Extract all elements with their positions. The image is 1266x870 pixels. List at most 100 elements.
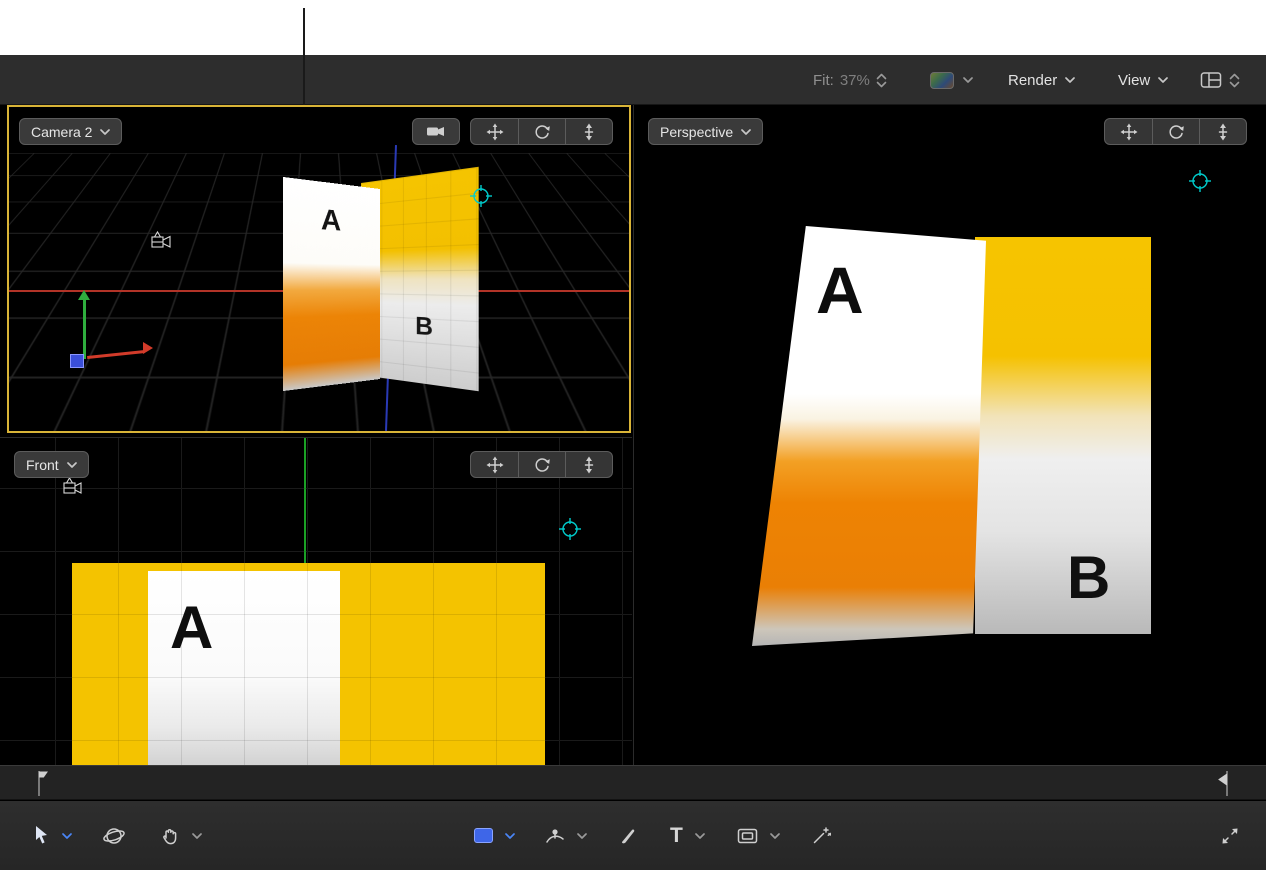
color-well-swatch[interactable] [930, 72, 954, 89]
window-layout-icon [1200, 71, 1222, 89]
document-white-band [0, 0, 1266, 55]
fit-value: 37% [840, 72, 870, 89]
camera-wireframe-icon[interactable] [60, 476, 84, 503]
green-axis-arrowhead [78, 290, 90, 300]
fit-label: Fit: [813, 72, 834, 89]
front-select-dropdown[interactable]: Front [14, 451, 89, 478]
plane-b[interactable]: B [975, 237, 1151, 634]
chevron-down-icon [100, 129, 110, 135]
orbit-icon [1167, 123, 1185, 141]
mask-tool-button[interactable] [737, 828, 758, 844]
select-tool-button[interactable] [32, 825, 50, 846]
orbit-icon [533, 123, 551, 141]
layout-stepper-icon[interactable] [1229, 73, 1240, 88]
play-range-in-marker[interactable] [36, 770, 50, 802]
dolly-icon [582, 123, 596, 141]
paint-stroke-tool-button[interactable] [619, 826, 638, 845]
text-tool-chevron-icon[interactable] [695, 833, 705, 839]
hand-tool-chevron-icon[interactable] [192, 833, 202, 839]
adjust-tool-button[interactable] [812, 826, 831, 845]
chevron-down-icon [963, 77, 973, 83]
perspective-view-tools [1104, 118, 1247, 145]
pan-hand-tool-button[interactable] [160, 826, 180, 846]
bezier-tool-icon [545, 827, 565, 845]
adjust-wand-icon [812, 826, 831, 845]
orbit-view-button[interactable] [518, 119, 565, 144]
plane-a[interactable]: A [752, 226, 986, 646]
create-tools-group: T [474, 801, 831, 870]
anchor-crosshair-icon[interactable] [1189, 170, 1211, 197]
plane-a[interactable]: A [283, 177, 380, 391]
layout-selector[interactable] [1200, 55, 1240, 105]
mask-tool-chevron-icon[interactable] [770, 833, 780, 839]
pan-view-button[interactable] [471, 119, 518, 144]
dolly-view-button[interactable] [1199, 119, 1246, 144]
render-label: Render [1008, 72, 1057, 89]
anchor-crosshair-icon[interactable] [559, 518, 581, 545]
select-tool-chevron-icon[interactable] [62, 833, 72, 839]
pan-icon [486, 456, 504, 474]
chevron-down-icon [741, 129, 751, 135]
tools-toolbar: T [0, 801, 1266, 870]
anchor-crosshair-icon[interactable] [470, 185, 492, 212]
pan-icon [1120, 123, 1138, 141]
origin-cube[interactable] [70, 354, 84, 368]
viewport-front[interactable]: A Front [0, 437, 632, 765]
text-tool-button[interactable]: T [670, 825, 683, 846]
callout-line [303, 8, 305, 105]
camera-select-dropdown[interactable]: Camera 2 [19, 118, 122, 145]
camera-overlay-button[interactable] [412, 118, 460, 145]
rectangle-tool-chevron-icon[interactable] [505, 833, 515, 839]
bezier-tool-chevron-icon[interactable] [577, 833, 587, 839]
resize-control-group [1220, 801, 1240, 870]
plane-b-letter: B [415, 311, 433, 342]
pan-icon [486, 123, 504, 141]
fit-zoom-control[interactable]: Fit: 37% [813, 55, 887, 105]
camera-select-label: Camera 2 [31, 124, 92, 140]
pan-view-button[interactable] [471, 452, 518, 477]
resize-canvas-button[interactable] [1220, 826, 1240, 846]
dolly-view-button[interactable] [565, 452, 612, 477]
fit-stepper-icon[interactable] [876, 73, 887, 88]
3d-transform-tool-button[interactable] [102, 824, 126, 848]
viewport-perspective[interactable]: B A Perspective [633, 105, 1266, 765]
view-label: View [1118, 72, 1150, 89]
front-view-tools [470, 451, 613, 478]
color-well-control[interactable] [930, 55, 973, 105]
render-menu[interactable]: Render [1008, 55, 1075, 105]
plane-a-letter: A [321, 203, 341, 238]
resize-diagonal-icon [1220, 826, 1240, 846]
perspective-select-label: Perspective [660, 124, 733, 140]
front-select-label: Front [26, 457, 59, 473]
orbit-view-button[interactable] [518, 452, 565, 477]
plane-a[interactable]: A [148, 571, 340, 765]
red-axis-arrowhead [143, 342, 153, 354]
rectangle-tool-icon [474, 828, 493, 843]
green-axis [83, 299, 86, 359]
image-mask-icon [737, 828, 758, 844]
hand-icon [160, 826, 180, 846]
viewport-camera2[interactable]: B A Camera 2 [7, 105, 631, 433]
dolly-view-button[interactable] [565, 119, 612, 144]
chevron-down-icon [1158, 77, 1168, 83]
timeline-strip[interactable] [0, 765, 1266, 800]
orbit-view-button[interactable] [1152, 119, 1199, 144]
plane-a-letter: A [170, 593, 213, 662]
dolly-icon [1216, 123, 1230, 141]
plane-b-letter: B [1067, 543, 1110, 612]
chevron-down-icon [1065, 77, 1075, 83]
perspective-select-dropdown[interactable]: Perspective [648, 118, 763, 145]
brush-icon [619, 826, 638, 845]
bezier-tool-button[interactable] [545, 827, 565, 845]
camera2-view-tools [470, 118, 613, 145]
camera-wireframe-icon[interactable] [148, 228, 174, 258]
rectangle-tool-button[interactable] [474, 828, 493, 843]
video-camera-icon [426, 124, 446, 139]
plane-a-letter: A [816, 252, 864, 328]
transform-tools-group [32, 801, 202, 870]
play-range-out-marker[interactable] [1216, 770, 1230, 802]
view-menu[interactable]: View [1118, 55, 1168, 105]
pan-view-button[interactable] [1105, 119, 1152, 144]
orbit-icon [533, 456, 551, 474]
dolly-icon [582, 456, 596, 474]
